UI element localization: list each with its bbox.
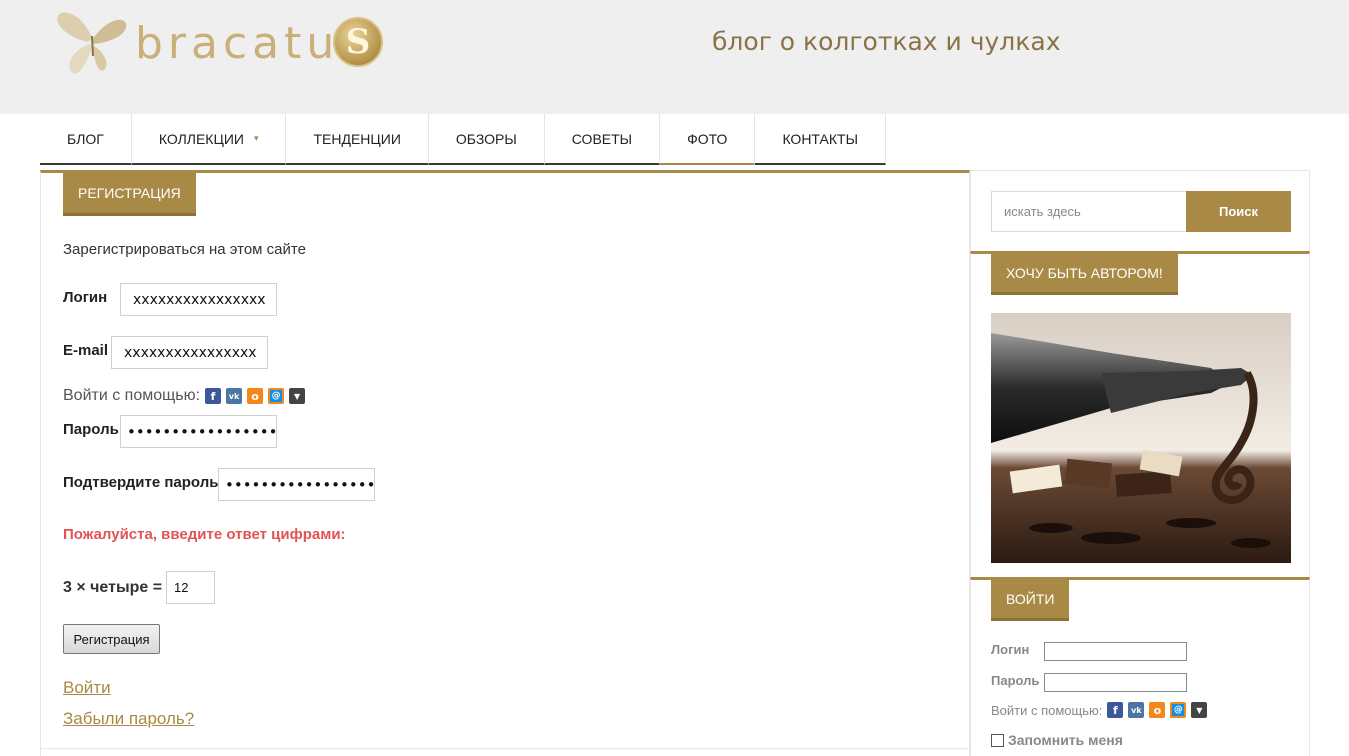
nav-label: КОНТАКТЫ	[782, 130, 858, 147]
forgot-password-link[interactable]: Забыли пароль?	[63, 709, 194, 729]
registration-panel: РЕГИСТРАЦИЯ Зарегистрироваться на этом с…	[40, 170, 970, 756]
logo-s-emblem	[333, 17, 383, 67]
more-dropdown-icon[interactable]: ▼	[289, 388, 306, 404]
captcha-warning: Пожалуйста, введите ответ цифрами:	[63, 526, 346, 543]
search-button[interactable]: Поиск	[1186, 191, 1291, 232]
nav-item-trends[interactable]: ТЕНДЕНЦИИ	[286, 114, 429, 165]
logo-wordmark: bracatu	[135, 18, 340, 69]
odnoklassniki-icon[interactable]: о	[247, 388, 264, 404]
registration-heading: РЕГИСТРАЦИЯ	[63, 173, 196, 216]
search-widget: искать здесь Поиск	[970, 170, 1310, 251]
nav-label: БЛОГ	[67, 130, 104, 147]
email-input[interactable]: xxxxxxxxxxxxxxxx	[111, 336, 268, 369]
login-widget: ВОЙТИ Логин Пароль Войти с помощью: f vk…	[970, 577, 1310, 756]
remember-me-row[interactable]: Запомнить меня	[991, 732, 1123, 748]
nav-label: ОБЗОРЫ	[455, 130, 517, 147]
confirm-password-label: Подтвердите пароль	[63, 474, 219, 491]
email-label: E-mail	[63, 342, 109, 359]
author-heading[interactable]: ХОЧУ БЫТЬ АВТОРОМ!	[991, 254, 1178, 295]
author-promo-image[interactable]	[991, 313, 1291, 563]
facebook-icon[interactable]: f	[1107, 702, 1124, 718]
registration-intro: Зарегистрироваться на этом сайте	[63, 241, 306, 258]
nav-item-blog[interactable]: БЛОГ	[40, 114, 132, 165]
nav-item-reviews[interactable]: ОБЗОРЫ	[428, 114, 545, 165]
chevron-down-icon: ▾	[253, 133, 259, 143]
nav-label: КОЛЛЕКЦИИ	[158, 130, 244, 147]
vk-icon[interactable]: vk	[226, 388, 243, 404]
register-button[interactable]: Регистрация	[63, 624, 160, 654]
login-widget-heading: ВОЙТИ	[991, 580, 1070, 621]
butterfly-logo-icon	[57, 12, 127, 74]
facebook-icon[interactable]: f	[205, 388, 222, 404]
mailru-icon[interactable]: @	[268, 388, 285, 404]
panel-divider	[40, 748, 970, 749]
mailru-icon[interactable]: @	[1170, 702, 1187, 718]
login-input[interactable]: xxxxxxxxxxxxxxxx	[120, 283, 277, 316]
nav-label: ТЕНДЕНЦИИ	[313, 130, 401, 147]
remember-me-label: Запомнить меня	[1008, 732, 1123, 748]
remember-me-checkbox[interactable]	[991, 733, 1004, 747]
captcha-question: 3 × четыре =	[63, 579, 163, 596]
social-login-label: Войти с помощью:	[63, 387, 201, 404]
social-login-row: Войти с помощью: f vk о @ ▼	[63, 387, 306, 405]
search-input[interactable]: искать здесь	[991, 191, 1187, 232]
sidebar-social-label: Войти с помощью:	[991, 702, 1103, 718]
author-widget: ХОЧУ БЫТЬ АВТОРОМ!	[970, 251, 1310, 577]
captcha-input[interactable]: 12	[166, 571, 215, 604]
nav-item-tips[interactable]: СОВЕТЫ	[544, 114, 661, 165]
sidebar-login-input[interactable]	[1044, 642, 1187, 661]
sidebar-password-input[interactable]	[1044, 673, 1187, 692]
vk-icon[interactable]: vk	[1128, 702, 1145, 718]
site-header: bracatu блог о колготках и чулках	[0, 0, 1349, 114]
fountain-pen-chocolate-image	[991, 313, 1291, 563]
login-link[interactable]: Войти	[63, 678, 111, 698]
nav-item-collections[interactable]: КОЛЛЕКЦИИ ▾	[131, 114, 287, 165]
odnoklassniki-icon[interactable]: о	[1149, 702, 1166, 718]
password-label: Пароль	[63, 421, 119, 438]
sidebar-login-label: Логин	[991, 642, 1030, 657]
more-dropdown-icon[interactable]: ▼	[1191, 702, 1208, 718]
sidebar-social-login-row: Войти с помощью: f vk о @ ▼	[991, 702, 1208, 718]
nav-item-contacts[interactable]: КОНТАКТЫ	[755, 114, 886, 165]
site-logo[interactable]: bracatu	[52, 8, 392, 80]
site-tagline: блог о колготках и чулках	[712, 27, 1061, 56]
nav-item-photo[interactable]: ФОТО	[660, 114, 756, 165]
confirm-password-input[interactable]: ••••••••••••••••••	[218, 468, 375, 501]
nav-label: СОВЕТЫ	[571, 130, 633, 147]
login-label: Логин	[63, 289, 108, 306]
sidebar-password-label: Пароль	[991, 673, 1040, 688]
main-nav: БЛОГ КОЛЛЕКЦИИ ▾ ТЕНДЕНЦИИ ОБЗОРЫ СОВЕТЫ …	[40, 114, 886, 165]
password-input[interactable]: ••••••••••••••••••	[120, 415, 277, 448]
nav-label: ФОТО	[687, 130, 728, 147]
